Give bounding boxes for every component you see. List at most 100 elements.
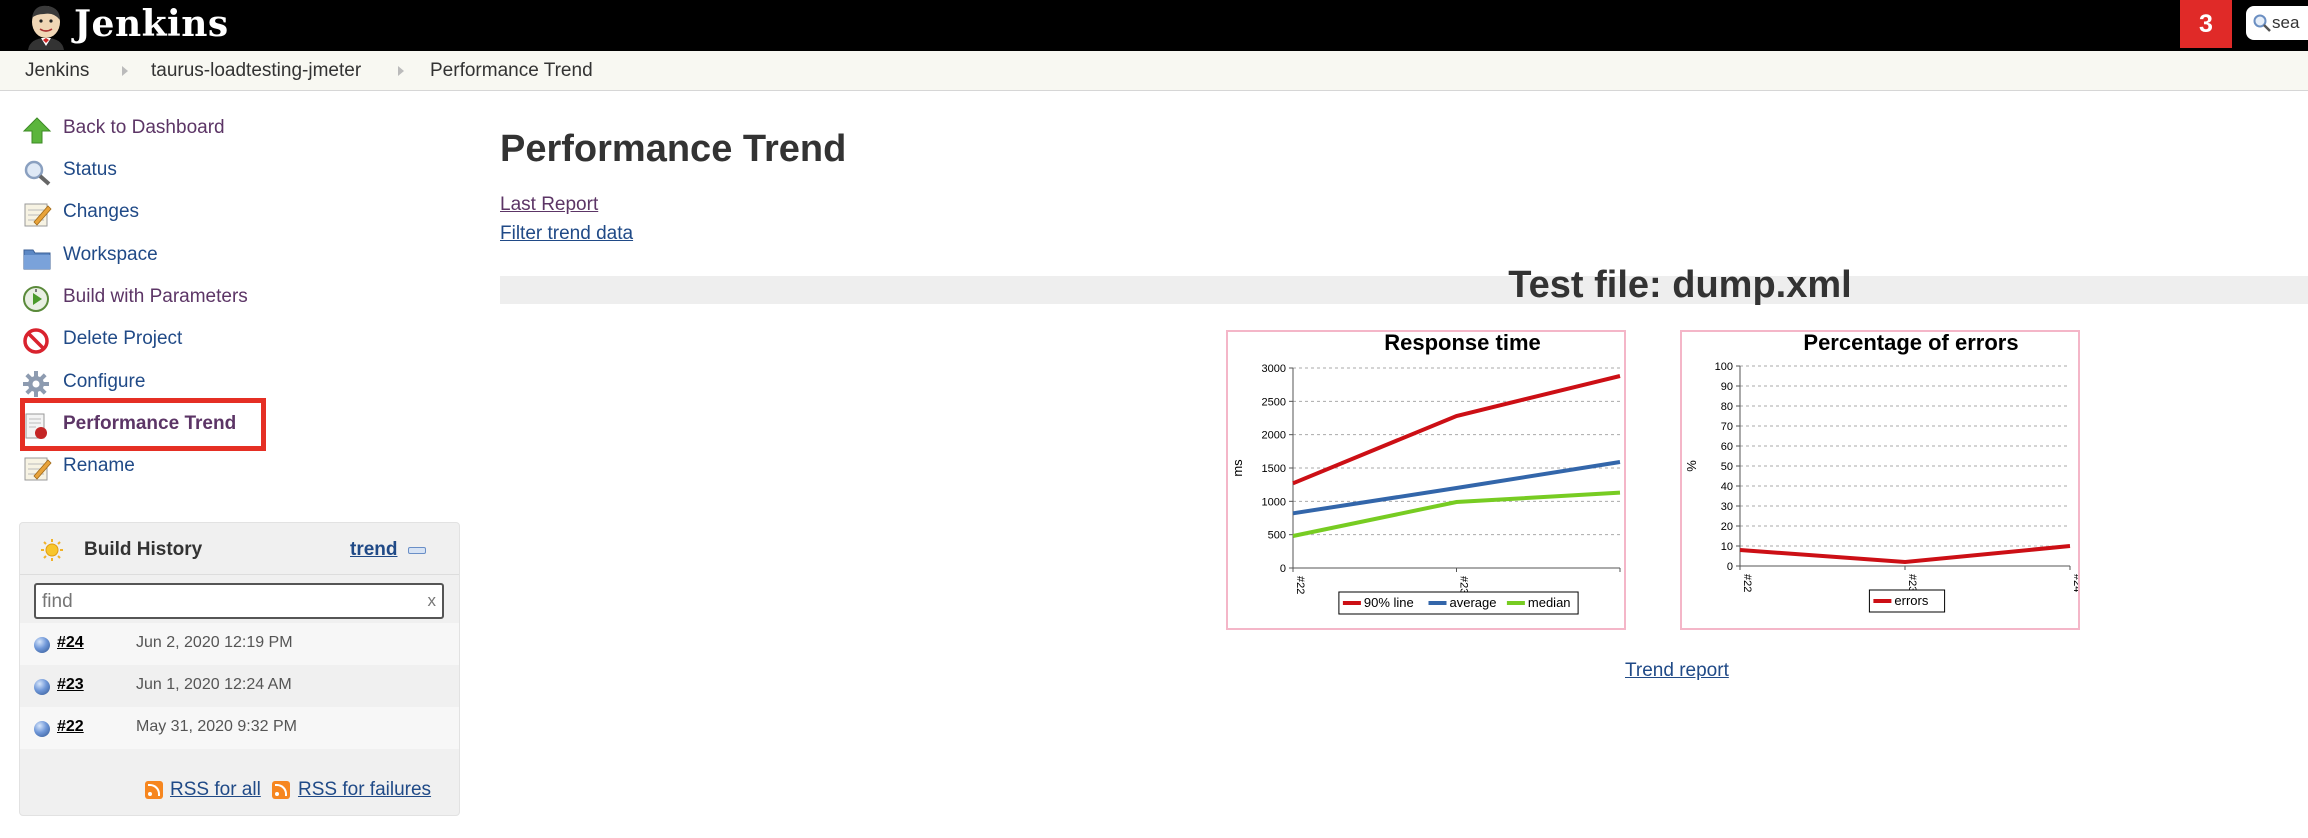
series-line <box>1292 374 1621 486</box>
y-tick-label: 70 <box>1721 421 1733 433</box>
task-label[interactable]: Workspace <box>63 244 158 266</box>
filter-trend-data-link[interactable]: Filter trend data <box>500 223 633 245</box>
build-number-link[interactable]: #23 <box>57 676 84 694</box>
breadcrumb: Jenkins taurus-loadtesting-jmeter Perfor… <box>0 51 2308 91</box>
search-box[interactable] <box>2246 6 2308 40</box>
y-tick-label: 1500 <box>1262 463 1286 475</box>
series-line <box>1292 460 1621 516</box>
y-tick-label: 90 <box>1721 381 1733 393</box>
collapse-icon[interactable] <box>408 547 426 554</box>
response-time-chart-svg: Response time ms 0 500 1000 1500 2000 2500 3000 #… <box>1230 332 1624 615</box>
legend-label: median <box>1528 595 1571 610</box>
task-configure[interactable]: Configure <box>22 364 282 400</box>
y-tick-label: 10 <box>1721 541 1733 553</box>
trend-report-link[interactable]: Trend report <box>1625 660 1729 682</box>
build-row[interactable]: #23 Jun 1, 2020 12:24 AM <box>20 665 459 707</box>
breadcrumb-jenkins[interactable]: Jenkins <box>25 51 89 91</box>
rss-icon[interactable] <box>272 781 290 799</box>
y-tick-label: 60 <box>1721 441 1733 453</box>
task-label[interactable]: Build with Parameters <box>63 286 248 308</box>
jenkins-butler-logo-icon[interactable] <box>22 2 68 50</box>
task-changes[interactable]: Changes <box>22 194 282 230</box>
build-row[interactable]: #22 May 31, 2020 9:32 PM <box>20 707 459 749</box>
task-label[interactable]: Back to Dashboard <box>63 117 225 139</box>
x-tick-label: #24 <box>1621 576 1624 594</box>
task-label[interactable]: Changes <box>63 201 139 223</box>
legend-label: errors <box>1894 593 1928 608</box>
task-label[interactable]: Delete Project <box>63 328 182 350</box>
build-history-trend-link[interactable]: trend <box>350 539 398 561</box>
y-tick-label: 40 <box>1721 481 1733 493</box>
legend-label: 90% line <box>1364 595 1414 610</box>
task-workspace[interactable]: Workspace <box>22 237 282 273</box>
task-build-with-parameters[interactable]: Build with Parameters <box>22 279 282 315</box>
response-time-chart[interactable]: Response time ms 0 500 1000 1500 2000 2500 3000 #… <box>1226 330 1626 630</box>
breadcrumb-separator-icon[interactable] <box>398 66 404 76</box>
y-tick-label: 2000 <box>1262 430 1286 442</box>
x-tick-label: #24 <box>2071 574 2078 592</box>
gear-icon <box>23 371 49 397</box>
rss-all-link[interactable]: RSS for all <box>170 779 261 801</box>
y-tick-label: 1000 <box>1262 496 1286 508</box>
y-tick-label: 30 <box>1721 501 1733 513</box>
build-number-link[interactable]: #22 <box>57 718 84 736</box>
y-tick-label: 0 <box>1727 561 1733 573</box>
build-date-link[interactable]: Jun 1, 2020 12:24 AM <box>136 676 292 694</box>
selected-task-highlight <box>20 398 266 451</box>
folder-icon <box>23 249 51 270</box>
y-axis-label: ms <box>1230 459 1245 477</box>
build-history-title: Build History <box>84 539 203 560</box>
no-entry-icon <box>23 328 49 354</box>
search-icon <box>2253 14 2271 32</box>
page-title: Performance Trend <box>500 128 847 170</box>
y-tick-label: 100 <box>1715 361 1733 373</box>
task-rename[interactable]: Rename <box>22 448 282 484</box>
test-file-title: Test file: dump.xml <box>1508 264 1852 306</box>
build-filter-box: x <box>34 583 444 619</box>
x-tick-label: #22 <box>1294 576 1306 594</box>
last-report-link[interactable]: Last Report <box>500 194 598 216</box>
clear-filter-button[interactable]: x <box>428 591 437 611</box>
task-delete-project[interactable]: Delete Project <box>22 321 282 357</box>
series-line <box>1292 490 1621 538</box>
task-label[interactable]: Status <box>63 159 117 181</box>
y-tick-label: 20 <box>1721 521 1733 533</box>
breadcrumb-project[interactable]: taurus-loadtesting-jmeter <box>151 51 361 91</box>
build-date-link[interactable]: May 31, 2020 9:32 PM <box>136 718 297 736</box>
percentage-of-errors-chart[interactable]: Percentage of errors% 0 10 20 30 40 50 60 70 80 90… <box>1680 330 2080 630</box>
percentage-of-errors-chart-svg: Percentage of errors% 0 10 20 30 40 50 60 70 80 90… <box>1684 332 2078 613</box>
breadcrumb-performance-trend[interactable]: Performance Trend <box>430 51 593 91</box>
jenkins-logo-text[interactable]: Jenkins <box>74 2 229 46</box>
notepad-icon <box>24 457 52 481</box>
task-back-to-dashboard[interactable]: Back to Dashboard <box>22 110 282 146</box>
search-input[interactable] <box>2272 10 2308 36</box>
rss-failures-link[interactable]: RSS for failures <box>298 779 431 801</box>
chart-title: Response time <box>1384 332 1541 355</box>
notification-badge[interactable]: 3 <box>2180 0 2232 48</box>
notepad-icon <box>24 203 52 227</box>
y-tick-label: 0 <box>1280 563 1286 575</box>
build-status-ball-icon <box>34 637 50 653</box>
task-label[interactable]: Configure <box>63 371 145 393</box>
build-row[interactable]: #24 Jun 2, 2020 12:19 PM <box>20 623 459 665</box>
build-number-link[interactable]: #24 <box>57 634 84 652</box>
y-tick-label: 50 <box>1721 461 1733 473</box>
series-line <box>1739 544 2071 565</box>
chart-title: Percentage of errors <box>1803 332 2018 355</box>
breadcrumb-separator-icon[interactable] <box>122 66 128 76</box>
build-status-ball-icon <box>34 721 50 737</box>
rss-icon[interactable] <box>145 781 163 799</box>
clock-play-icon <box>23 286 49 312</box>
y-tick-label: 3000 <box>1262 363 1286 375</box>
build-date-link[interactable]: Jun 2, 2020 12:19 PM <box>136 634 293 652</box>
legend-label: average <box>1450 595 1497 610</box>
page-header: Jenkins 3 <box>0 0 2308 51</box>
task-label[interactable]: Rename <box>63 455 135 477</box>
y-axis-label: % <box>1684 460 1699 472</box>
task-status[interactable]: Status <box>22 152 282 188</box>
up-arrow-icon <box>22 117 52 144</box>
build-filter-input[interactable] <box>42 589 402 615</box>
x-tick-label: #22 <box>1741 574 1753 592</box>
build-status-ball-icon <box>34 679 50 695</box>
y-tick-label: 500 <box>1268 530 1286 542</box>
